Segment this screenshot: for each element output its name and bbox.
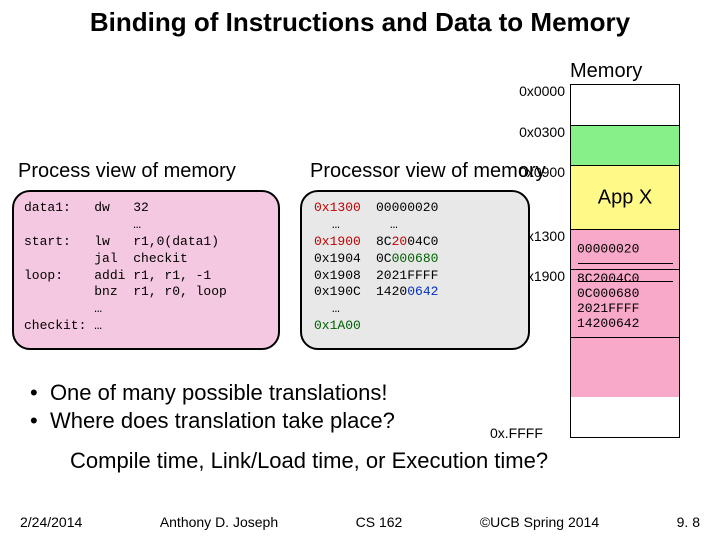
addr-ffff: 0x.FFFF [490,425,543,441]
slide-title: Binding of Instructions and Data to Memo… [0,0,720,38]
processor-memory-box: 0x130000000020 …… 0x19008C2004C0 0x19040… [300,190,530,350]
footer-copy: ©UCB Spring 2014 [480,514,599,530]
addr-0300: 0x0300 [519,124,565,140]
mem-cell-code: 0x1900 8C2004C0 0C000680 2021FFFF 142006… [571,269,679,337]
bullet-2: • Where does translation take place? [30,408,395,434]
sub-question: Compile time, Link/Load time, or Executi… [70,448,548,474]
memory-label: Memory [570,60,642,83]
mem-cell-0: 0x0000 [571,85,679,125]
row-190c-v: 14200642 [376,284,438,301]
mem-cell-1: 0x0300 [571,125,679,165]
row-1900-v: 8C2004C0 [376,234,438,251]
row-1904-v: 0C000680 [376,251,438,268]
appx-label: App X [571,186,679,209]
seg-divider-1 [578,263,673,264]
addr-0000: 0x0000 [519,83,565,99]
memory-diagram: 0x0000 0x0300 0x0900 App X 0x1300 000000… [570,84,680,438]
footer-author: Anthony D. Joseph [160,514,278,530]
process-view-label: Process view of memory [18,160,236,183]
footer-page: 9. 8 [677,514,700,530]
mem-data-single: 00000020 [577,242,639,257]
mem-cell-appx: 0x0900 App X [571,165,679,229]
mem-cell-rest1 [571,337,679,397]
footer: 2/24/2014 Anthony D. Joseph CS 162 ©UCB … [0,514,720,530]
footer-course: CS 162 [356,514,403,530]
bullet-list: • One of many possible translations! • W… [30,380,395,436]
assembly-code-box: data1: dw 32 … start: lw r1,0(data1) jal… [12,190,280,350]
footer-date: 2/24/2014 [20,514,82,530]
processor-view-label: Processor view of memory [310,160,546,183]
bullet-1: • One of many possible translations! [30,380,395,406]
mem-cell-rest2 [571,397,679,437]
seg-divider-2 [578,281,673,282]
